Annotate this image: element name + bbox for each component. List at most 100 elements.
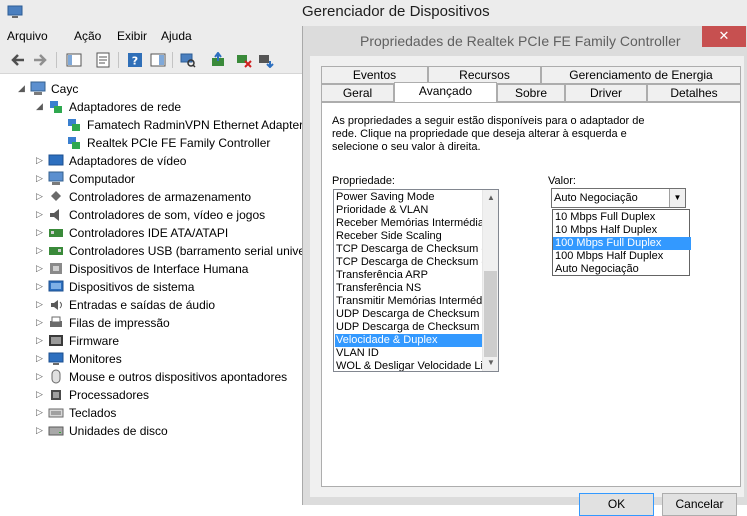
tab-sobre[interactable]: Sobre — [497, 84, 565, 102]
tree-item-label: Controladores IDE ATA/ATAPI — [69, 226, 229, 240]
scroll-down-icon[interactable]: ▼ — [483, 355, 498, 371]
expand-arrow-icon[interactable]: ▷ — [36, 353, 43, 364]
expand-arrow-icon[interactable]: ▷ — [36, 245, 43, 256]
tree-item-label: Mouse e outros dispositivos apontadores — [69, 370, 288, 384]
expand-arrow-icon[interactable]: ▷ — [36, 371, 43, 382]
dialog-title-bar[interactable]: Propriedades de Realtek PCIe FE Family C… — [303, 26, 747, 56]
tab-driver[interactable]: Driver — [565, 84, 647, 102]
storage-controller-icon — [51, 191, 61, 201]
menu-acao[interactable]: Ação — [74, 29, 101, 43]
expand-arrow-icon[interactable]: ▷ — [36, 407, 43, 418]
device-tree[interactable]: ◢ Cayc ◢ Adaptadores de rede Famatech Radm… — [0, 75, 306, 505]
menu-exibir[interactable]: Exibir — [117, 29, 147, 43]
tree-item-label: Monitores — [69, 352, 122, 366]
expand-arrow-icon[interactable]: ▷ — [36, 317, 43, 328]
property-list-item[interactable]: UDP Descarga de Checksum (IPv6) — [335, 321, 483, 334]
usb-icon — [49, 247, 63, 255]
hid-icon — [50, 263, 62, 274]
expand-arrow-icon[interactable]: ▷ — [36, 173, 43, 184]
property-list-item[interactable]: Transmitir Memórias Intermédias — [335, 295, 483, 308]
property-list-item[interactable]: TCP Descarga de Checksum (IPv6) — [335, 256, 483, 269]
tree-item-label: Entradas e saídas de áudio — [69, 298, 216, 312]
tab-gerenciamento-energia[interactable]: Gerenciamento de Energia — [541, 66, 741, 84]
expand-arrow-icon[interactable]: ▷ — [36, 191, 43, 202]
collapse-arrow-icon[interactable]: ◢ — [36, 101, 43, 112]
chevron-down-icon[interactable]: ▼ — [669, 189, 685, 207]
expand-arrow-icon[interactable]: ▷ — [36, 335, 43, 346]
firmware-icon — [49, 335, 63, 346]
tab-geral[interactable]: Geral — [321, 84, 394, 102]
system-device-icon — [48, 280, 64, 292]
expand-arrow-icon[interactable]: ▷ — [36, 155, 43, 166]
scroll-thumb[interactable] — [484, 271, 497, 357]
main-title-bar[interactable]: Gerenciador de Dispositivos — [0, 0, 747, 26]
value-option[interactable]: 10 Mbps Half Duplex — [553, 224, 691, 237]
advanced-panel: As propriedades a seguir estão disponíve… — [321, 102, 741, 487]
menu-ajuda[interactable]: Ajuda — [161, 29, 192, 43]
value-option[interactable]: 100 Mbps Full Duplex — [553, 237, 691, 250]
audio-icon — [51, 300, 62, 310]
disable-device-icon[interactable] — [258, 52, 274, 68]
tree-item-label: Processadores — [69, 388, 150, 402]
print-queue-icon — [50, 316, 62, 327]
keyboard-icon — [48, 408, 64, 418]
action-pane-icon[interactable] — [150, 52, 166, 68]
value-label: Valor: — [548, 175, 576, 187]
close-button[interactable]: ✕ — [702, 26, 746, 47]
expand-arrow-icon[interactable]: ▷ — [36, 299, 43, 310]
show-hide-console-tree-icon[interactable] — [66, 52, 82, 68]
property-list-item[interactable]: WOL & Desligar Velocidade Ligação — [335, 360, 483, 371]
disk-drive-icon — [48, 426, 64, 436]
property-list-item[interactable]: Receber Side Scaling — [335, 230, 483, 243]
tree-item-label: Adaptadores de rede — [69, 100, 182, 114]
property-list-item[interactable]: TCP Descarga de Checksum (IPv4) — [335, 243, 483, 256]
properties-icon[interactable] — [95, 52, 111, 68]
tree-root-label: Cayc — [51, 82, 79, 96]
value-option[interactable]: Auto Negociação — [553, 263, 691, 276]
tree-item-label: Dispositivos de sistema — [69, 280, 195, 294]
property-scrollbar[interactable]: ▲ ▼ — [482, 190, 498, 371]
expand-arrow-icon[interactable]: ▷ — [36, 281, 43, 292]
update-driver-icon[interactable] — [210, 52, 226, 68]
processor-icon — [51, 390, 61, 400]
collapse-arrow-icon[interactable]: ◢ — [18, 83, 25, 94]
properties-dialog: Propriedades de Realtek PCIe FE Family C… — [302, 26, 747, 516]
property-list-item[interactable]: Receber Memórias Intermédias — [335, 217, 483, 230]
ide-controller-icon — [49, 229, 63, 237]
property-list-item[interactable]: Velocidade & Duplex — [335, 334, 483, 347]
expand-arrow-icon[interactable]: ▷ — [36, 425, 43, 436]
expand-arrow-icon[interactable]: ▷ — [36, 227, 43, 238]
back-arrow-icon[interactable] — [10, 52, 26, 68]
tree-item-label: Controladores USB (barramento serial uni… — [69, 244, 306, 258]
tree-item-label: Famatech RadminVPN Ethernet Adapter — [87, 118, 304, 132]
property-list-item[interactable]: VLAN ID — [335, 347, 483, 360]
expand-arrow-icon[interactable]: ▷ — [36, 263, 43, 274]
property-list-item[interactable]: Transferência ARP — [335, 269, 483, 282]
uninstall-device-icon[interactable] — [236, 52, 252, 68]
value-option[interactable]: 100 Mbps Half Duplex — [553, 250, 691, 263]
property-list-item[interactable]: Prioridade & VLAN — [335, 204, 483, 217]
scroll-up-icon[interactable]: ▲ — [483, 190, 498, 206]
scan-hardware-icon[interactable] — [180, 52, 196, 68]
svg-text:?: ? — [132, 55, 138, 68]
menu-arquivo[interactable]: Arquivo — [7, 29, 48, 43]
value-combobox[interactable]: Auto Negociação ▼ — [551, 188, 686, 208]
property-listbox[interactable]: Power Saving Mode Prioridade & VLAN Recebe… — [333, 189, 499, 372]
help-icon[interactable]: ? — [127, 52, 143, 68]
mouse-icon — [51, 369, 61, 384]
expand-arrow-icon[interactable]: ▷ — [36, 389, 43, 400]
forward-arrow-icon[interactable] — [32, 52, 48, 68]
expand-arrow-icon[interactable]: ▷ — [36, 209, 43, 220]
value-dropdown-list[interactable]: 10 Mbps Full Duplex 10 Mbps Half Duplex 10… — [552, 209, 691, 276]
display-adapter-icon — [48, 154, 64, 166]
dialog-body: Eventos Recursos Gerenciamento de Energi… — [310, 56, 744, 516]
property-list-item[interactable]: Power Saving Mode — [335, 191, 483, 204]
value-combobox-text: Auto Negociação — [554, 192, 638, 204]
property-list-item[interactable]: Transferência NS — [335, 282, 483, 295]
tab-avancado[interactable]: Avançado — [394, 82, 497, 102]
tab-detalhes[interactable]: Detalhes — [647, 84, 741, 102]
property-list-item[interactable]: UDP Descarga de Checksum (IPv4) — [335, 308, 483, 321]
dialog-title: Propriedades de Realtek PCIe FE Family C… — [360, 33, 681, 49]
value-option[interactable]: 10 Mbps Full Duplex — [553, 211, 691, 224]
tree-item-label: Computador — [69, 172, 136, 186]
